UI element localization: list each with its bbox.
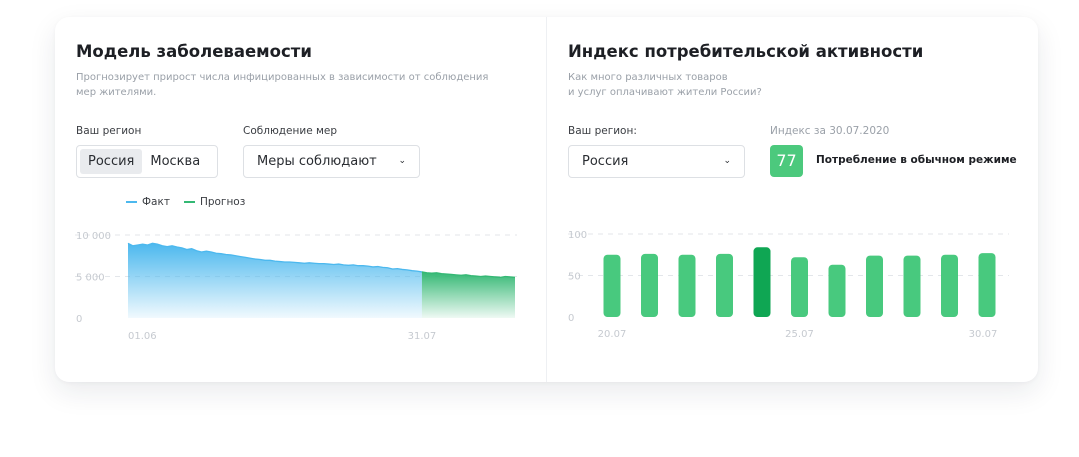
bar-29.07 bbox=[941, 254, 958, 317]
x-tick-label: 30.07 bbox=[969, 329, 998, 340]
bar-24.07 bbox=[753, 247, 771, 317]
y-tick-label: 0 bbox=[76, 314, 82, 325]
morbidity-panel: Модель заболеваемости Прогнозирует приро… bbox=[55, 17, 546, 382]
y-tick-label: 0 bbox=[568, 313, 574, 324]
forecast-series-area bbox=[421, 271, 515, 318]
bar-21.07 bbox=[641, 253, 658, 317]
bar-23.07 bbox=[716, 253, 733, 317]
x-tick-label: 01.06 bbox=[128, 331, 157, 342]
bar-22.07 bbox=[678, 254, 696, 317]
dashboard-card: Модель заболеваемости Прогнозирует приро… bbox=[55, 17, 1038, 382]
y-tick-label: 50 bbox=[568, 272, 581, 283]
y-tick-label: 10 000 bbox=[76, 231, 111, 242]
bar-30.07 bbox=[978, 253, 996, 317]
x-tick-label: 20.07 bbox=[598, 329, 627, 340]
consumer-bar-chart: 100 50 0 20.07 25.07 30.07 bbox=[568, 230, 1009, 340]
fact-series-area bbox=[128, 243, 422, 318]
x-tick-label: 31.07 bbox=[408, 331, 437, 342]
bar-27.07 bbox=[866, 255, 883, 317]
y-tick-label: 5 000 bbox=[76, 273, 105, 284]
bar-26.07 bbox=[828, 264, 846, 317]
morbidity-area-chart: 10 000 5 000 0 01.06 31.07 bbox=[75, 231, 517, 342]
bar-25.07 bbox=[791, 257, 808, 317]
x-tick-label: 25.07 bbox=[785, 329, 814, 340]
consumer-activity-panel: Индекс потребительской активности Как мн… bbox=[547, 17, 1038, 382]
y-tick-label: 100 bbox=[568, 230, 587, 241]
bar-20.07 bbox=[603, 254, 621, 317]
bar-28.07 bbox=[903, 255, 921, 317]
